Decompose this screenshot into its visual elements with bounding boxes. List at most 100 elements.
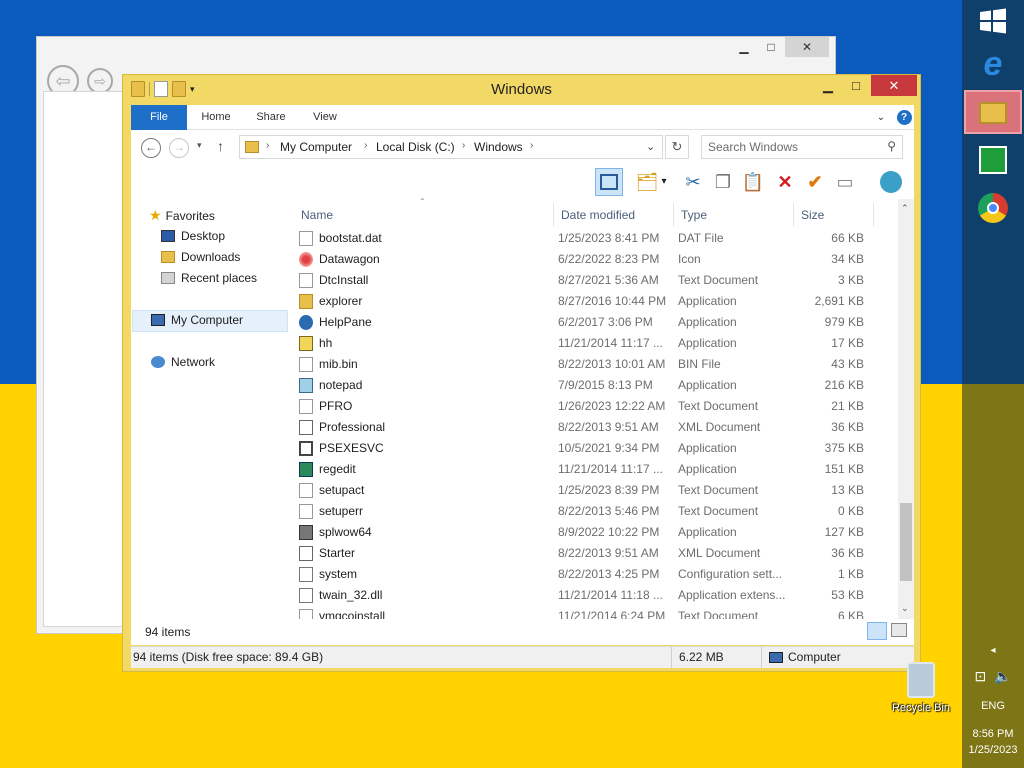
taskbar-explorer-button[interactable]: [964, 90, 1022, 134]
table-row[interactable]: explorer 8/27/2016 10:44 PM Application 2,6…: [291, 291, 881, 312]
up-button[interactable]: ↑: [217, 138, 224, 154]
chevron-down-icon[interactable]: ▾: [657, 168, 671, 196]
cut-icon[interactable]: ✂: [679, 168, 707, 196]
clock-time[interactable]: 8:56 PM: [962, 728, 1024, 740]
table-row[interactable]: DtcInstall 8/27/2021 5:36 AM Text Document…: [291, 270, 881, 291]
volume-icon[interactable]: 🔈: [994, 668, 1011, 684]
nav-downloads[interactable]: Downloads: [161, 250, 240, 264]
tab-share[interactable]: Share: [247, 105, 295, 130]
table-row[interactable]: notepad 7/9/2015 8:13 PM Application 216 KB: [291, 375, 881, 396]
minimize-button[interactable]: ▁: [815, 75, 841, 96]
flower-icon: [299, 252, 313, 267]
address-bar[interactable]: › My Computer › Local Disk (C:) › Window…: [239, 135, 663, 159]
tray-expand-icon[interactable]: ◂: [962, 645, 1024, 656]
shell-icon[interactable]: [877, 168, 905, 196]
file-type: Application: [678, 441, 737, 455]
scrollbar-thumb[interactable]: [900, 503, 912, 581]
column-header-type[interactable]: Type: [681, 203, 707, 227]
nav-downloads-label: Downloads: [181, 250, 241, 264]
address-dropdown-icon[interactable]: ⌄: [646, 140, 655, 153]
tab-home[interactable]: Home: [193, 105, 239, 130]
file-type: Application: [678, 294, 737, 308]
file-name: Starter: [319, 546, 356, 560]
help-icon[interactable]: ?: [895, 105, 913, 130]
search-icon[interactable]: ⚲: [887, 139, 896, 153]
close-button[interactable]: ✕: [871, 75, 917, 96]
nav-favorites[interactable]: ★ Favorites: [149, 207, 215, 224]
clock-date[interactable]: 1/25/2023: [962, 744, 1024, 756]
nav-my-computer[interactable]: My Computer: [151, 313, 243, 327]
table-row[interactable]: Professional 8/22/2013 9:51 AM XML Documen…: [291, 417, 881, 438]
search-box[interactable]: ⚲: [701, 135, 903, 159]
preview-pane-button[interactable]: [595, 168, 623, 196]
file-type: XML Document: [678, 420, 761, 434]
file-size: 979 KB: [824, 315, 864, 329]
table-row[interactable]: PFRO 1/26/2023 12:22 AM Text Document 21 KB: [291, 396, 881, 417]
refresh-icon[interactable]: ↻: [665, 135, 689, 159]
table-row[interactable]: Datawagon 6/22/2022 8:23 PM Icon 34 KB: [291, 249, 881, 270]
rename-icon[interactable]: ▭: [831, 168, 859, 196]
table-row[interactable]: system 8/22/2013 4:25 PM Configuration set…: [291, 564, 881, 585]
table-row[interactable]: HelpPane 6/2/2017 3:06 PM Application 979 K…: [291, 312, 881, 333]
column-divider[interactable]: [793, 203, 794, 227]
table-row[interactable]: hh 11/21/2014 11:17 ... Application 17 KB: [291, 333, 881, 354]
table-row[interactable]: Starter 8/22/2013 9:51 AM XML Document 36 K…: [291, 543, 881, 564]
scroll-up-icon[interactable]: ⌃: [901, 203, 909, 214]
breadcrumb-local-disk[interactable]: Local Disk (C:): [376, 140, 455, 154]
recycle-bin[interactable]: Recycle Bin: [886, 662, 956, 714]
large-icons-view-button[interactable]: [891, 623, 907, 637]
table-row[interactable]: twain_32.dll 11/21/2014 11:18 ... Applicat…: [291, 585, 881, 606]
taskbar-store-button[interactable]: [971, 138, 1015, 182]
column-divider[interactable]: [673, 203, 674, 227]
table-row[interactable]: splwow64 8/9/2022 10:22 PM Application 127 …: [291, 522, 881, 543]
browser-minimize-button[interactable]: ▁: [733, 37, 755, 57]
nav-network[interactable]: Network: [151, 355, 215, 369]
table-row[interactable]: setuperr 8/22/2013 5:46 PM Text Document 0 …: [291, 501, 881, 522]
nav-recent[interactable]: Recent places: [161, 271, 257, 285]
details-status-bar: 94 items (Disk free space: 89.4 GB) 6.22…: [131, 646, 914, 668]
scroll-down-icon[interactable]: ⌄: [901, 603, 909, 614]
table-row[interactable]: regedit 11/21/2014 11:17 ... Application 15…: [291, 459, 881, 480]
forward-button[interactable]: →: [169, 138, 189, 158]
back-button[interactable]: ←: [141, 138, 161, 158]
column-header-name[interactable]: Name: [301, 203, 333, 227]
breadcrumb-arrow-icon[interactable]: ›: [530, 140, 533, 151]
breadcrumb-arrow-icon[interactable]: ›: [462, 140, 465, 151]
table-row[interactable]: PSEXESVC 10/5/2021 9:34 PM Application 375 …: [291, 438, 881, 459]
tab-file[interactable]: File: [131, 105, 187, 130]
column-header-date[interactable]: Date modified: [561, 203, 635, 227]
details-view-button[interactable]: [867, 622, 887, 640]
language-indicator[interactable]: ENG: [962, 700, 1024, 712]
check-icon[interactable]: ✔: [801, 168, 829, 196]
taskbar-ie-button[interactable]: e: [971, 42, 1015, 86]
delete-icon[interactable]: ✕: [771, 168, 799, 196]
explorer-window[interactable]: ▾ Windows ▁ □ ✕ File Home Share View ⌄ ?…: [122, 74, 921, 672]
recycle-bin-label: Recycle Bin: [891, 702, 951, 714]
network-status-icon[interactable]: ⊡: [975, 668, 987, 684]
browser-close-button[interactable]: ✕: [785, 37, 829, 57]
nav-desktop[interactable]: Desktop: [161, 229, 225, 243]
column-divider[interactable]: [873, 203, 874, 227]
copy-icon[interactable]: ❐: [709, 168, 737, 196]
breadcrumb-windows[interactable]: Windows: [474, 140, 523, 154]
taskbar-chrome-button[interactable]: [971, 186, 1015, 230]
explorer-titlebar[interactable]: ▾ Windows ▁ □ ✕: [123, 75, 920, 105]
table-row[interactable]: bootstat.dat 1/25/2023 8:41 PM DAT File 66 …: [291, 228, 881, 249]
column-header-size[interactable]: Size: [801, 203, 824, 227]
breadcrumb-arrow-icon[interactable]: ›: [266, 140, 269, 151]
table-row[interactable]: setupact 1/25/2023 8:39 PM Text Document 13…: [291, 480, 881, 501]
column-divider[interactable]: [553, 203, 554, 227]
vertical-scrollbar[interactable]: ⌃ ⌄: [898, 199, 914, 619]
start-button[interactable]: [971, 0, 1015, 44]
tab-view[interactable]: View: [303, 105, 347, 130]
recent-locations-icon[interactable]: ▾: [197, 140, 202, 151]
paste-icon[interactable]: 📋: [739, 168, 767, 196]
maximize-button[interactable]: □: [843, 75, 869, 96]
browser-maximize-button[interactable]: □: [759, 37, 783, 57]
search-input[interactable]: [708, 139, 878, 155]
breadcrumb-my-computer[interactable]: My Computer: [280, 140, 352, 154]
breadcrumb-arrow-icon[interactable]: ›: [364, 140, 367, 151]
ribbon-expand-icon[interactable]: ⌄: [873, 105, 889, 130]
table-row[interactable]: mib.bin 8/22/2013 10:01 AM BIN File 43 KB: [291, 354, 881, 375]
downloads-icon: [161, 251, 175, 263]
